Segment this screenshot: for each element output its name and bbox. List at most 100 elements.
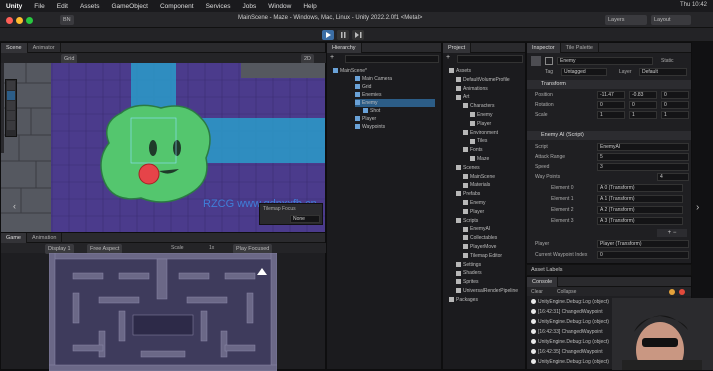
add-icon[interactable]: +	[446, 54, 450, 61]
object-name-field[interactable]: Enemy	[557, 57, 653, 65]
menu-component[interactable]: Component	[160, 3, 194, 10]
add-icon[interactable]: +	[330, 54, 334, 61]
hierarchy-item[interactable]: Grid	[355, 83, 371, 91]
project-item[interactable]: Maze	[470, 155, 489, 163]
project-item[interactable]: Settings	[456, 261, 481, 269]
scale-tool-button[interactable]	[7, 111, 15, 120]
hand-tool-button[interactable]	[7, 81, 15, 90]
project-item[interactable]: DefaultVolumeProfile	[456, 76, 510, 84]
menu-edit[interactable]: Edit	[57, 3, 68, 10]
minimize-window-button[interactable]	[16, 17, 23, 24]
layer-dropdown[interactable]: Default	[639, 68, 687, 76]
tag-dropdown[interactable]: Untagged	[561, 68, 607, 76]
play-button[interactable]	[322, 30, 334, 40]
menu-window[interactable]: Window	[268, 3, 291, 10]
element-0-field[interactable]: A 0 (Transform)	[597, 184, 683, 192]
rotate-tool-button[interactable]	[7, 101, 15, 110]
hierarchy-item-selected[interactable]: Enemy	[355, 99, 435, 107]
chevron-right-icon[interactable]: ›	[696, 202, 699, 213]
position-x-field[interactable]: -11.47	[597, 91, 625, 99]
static-toggle[interactable]: Static	[661, 58, 674, 64]
project-item[interactable]: Collectables	[463, 234, 497, 242]
tab-animator[interactable]: Animator	[28, 43, 61, 53]
tab-project[interactable]: Project	[443, 43, 472, 53]
project-item[interactable]: Sprites	[456, 278, 479, 286]
project-item[interactable]: Scripts	[456, 217, 478, 225]
game-viewport[interactable]	[49, 253, 277, 371]
project-item[interactable]: Player	[470, 120, 491, 128]
console-message[interactable]: [16:42:33] ChangedWaypoint	[531, 328, 611, 336]
project-item[interactable]: Art	[456, 93, 469, 101]
project-item[interactable]: MainScene	[463, 173, 495, 181]
tab-console[interactable]: Console	[527, 277, 559, 287]
project-item[interactable]: Materials	[463, 181, 490, 189]
rotation-x-field[interactable]: 0	[597, 101, 625, 109]
project-item[interactable]: PlayerMove	[463, 243, 496, 251]
console-message[interactable]: UnityEngine.Debug:Log (object)	[531, 298, 611, 306]
position-y-field[interactable]: -0.83	[629, 91, 657, 99]
hierarchy-item[interactable]: Player	[355, 115, 376, 123]
hierarchy-item[interactable]: MainScene*	[333, 67, 441, 75]
project-item[interactable]: Characters	[463, 102, 494, 110]
console-message[interactable]: UnityEngine.Debug:Log (object)	[531, 338, 611, 346]
project-item[interactable]: Environment	[463, 129, 498, 137]
console-message[interactable]: [16:42:31] ChangedWaypoint	[531, 308, 611, 316]
waypoint-index-field[interactable]: 0	[597, 251, 689, 259]
tab-hierarchy[interactable]: Hierarchy	[327, 43, 362, 53]
scale-value[interactable]: 1x	[209, 245, 214, 251]
list-add-remove-buttons[interactable]: + −	[657, 229, 687, 237]
layers-dropdown[interactable]: Layers	[605, 15, 647, 25]
hierarchy-item[interactable]: Waypoints	[355, 123, 385, 131]
project-item[interactable]: Enemy	[463, 199, 486, 207]
menu-services[interactable]: Services	[206, 3, 231, 10]
transform-header[interactable]: Transform	[527, 80, 691, 89]
hierarchy-search-input[interactable]	[345, 55, 439, 63]
close-window-button[interactable]	[6, 17, 13, 24]
rotation-y-field[interactable]: 0	[629, 101, 657, 109]
project-item[interactable]: Fonts	[463, 146, 483, 154]
project-search-input[interactable]	[457, 55, 523, 63]
zoom-window-button[interactable]	[26, 17, 33, 24]
menu-assets[interactable]: Assets	[80, 3, 100, 10]
console-message[interactable]: UnityEngine.Debug:Log (object)	[531, 318, 611, 326]
project-item[interactable]: Scenes	[456, 164, 480, 172]
account-dropdown[interactable]: BN	[60, 15, 74, 25]
move-tool-button[interactable]	[7, 91, 15, 100]
tab-game[interactable]: Game	[1, 233, 27, 243]
player-field[interactable]: Player (Transform)	[597, 240, 689, 248]
scale-y-field[interactable]: 1	[629, 111, 657, 119]
element-3-field[interactable]: A 3 (Transform)	[597, 217, 683, 225]
console-message[interactable]: UnityEngine.Debug:Log (object)	[531, 358, 611, 366]
menu-jobs[interactable]: Jobs	[243, 3, 257, 10]
menu-file[interactable]: File	[34, 3, 44, 10]
rect-tool-button[interactable]	[7, 121, 15, 130]
project-item[interactable]: UniversalRenderPipeline	[456, 287, 518, 295]
clear-button[interactable]: Clear	[531, 289, 543, 295]
project-item[interactable]: Animations	[456, 85, 488, 93]
warning-count-icon[interactable]	[669, 289, 675, 295]
element-2-field[interactable]: A 2 (Transform)	[597, 206, 683, 214]
error-count-icon[interactable]	[679, 289, 685, 295]
hierarchy-item[interactable]: Enemies	[355, 91, 381, 99]
project-item[interactable]: Shaders	[456, 269, 482, 277]
rotation-z-field[interactable]: 0	[661, 101, 689, 109]
attack-range-field[interactable]: 5	[597, 153, 689, 161]
tab-animation[interactable]: Animation	[27, 233, 63, 243]
script-component-header[interactable]: Enemy AI (Script)	[527, 131, 691, 140]
asset-labels-bar[interactable]: Asset Labels	[526, 264, 692, 276]
chevron-left-icon[interactable]: ‹	[13, 201, 16, 211]
active-checkbox[interactable]	[545, 57, 553, 65]
project-item[interactable]: Tiles	[470, 137, 487, 145]
project-item[interactable]: Prefabs	[456, 190, 480, 198]
scale-z-field[interactable]: 1	[661, 111, 689, 119]
project-item[interactable]: Enemy	[470, 111, 493, 119]
scale-x-field[interactable]: 1	[597, 111, 625, 119]
console-message[interactable]: [16:42:35] ChangedWaypoint	[531, 348, 611, 356]
project-item[interactable]: Packages	[449, 296, 478, 304]
position-z-field[interactable]: 0	[661, 91, 689, 99]
overlay-focus-dropdown[interactable]: None	[290, 215, 320, 223]
script-reference-field[interactable]: EnemyAI	[597, 143, 689, 151]
app-menu[interactable]: Unity	[6, 3, 22, 10]
tab-tile-palette[interactable]: Tile Palette	[561, 43, 599, 53]
tab-scene[interactable]: Scene	[1, 43, 28, 53]
